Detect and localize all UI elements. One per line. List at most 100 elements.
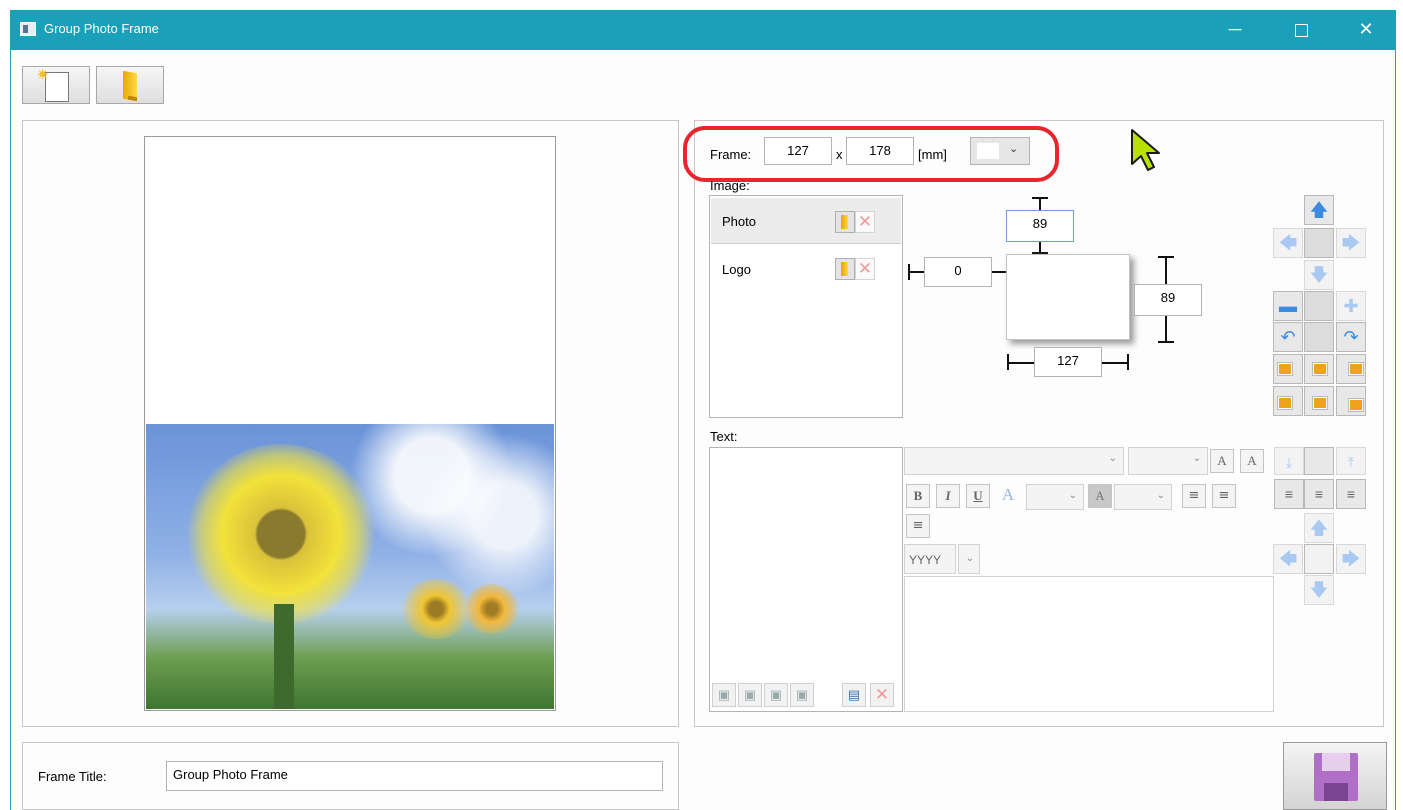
align-icon — [1313, 397, 1327, 409]
open-photo-button[interactable] — [835, 211, 855, 233]
font-color-dropdown[interactable]: ⌄ — [1026, 484, 1084, 510]
title-bar[interactable] — [10, 10, 1396, 50]
delete-photo-button[interactable]: ✕ — [855, 211, 875, 233]
align-bottom-right-button[interactable] — [1336, 386, 1366, 416]
image-left-offset-input[interactable]: 0 — [924, 257, 992, 287]
folder-icon — [841, 262, 848, 276]
delete-text-button[interactable]: ✕ — [870, 683, 894, 707]
maximize-button[interactable] — [1278, 14, 1324, 44]
chevron-down-icon: ⌄ — [1156, 490, 1165, 501]
image-item-label: Logo — [722, 262, 751, 277]
sunflower — [186, 444, 376, 624]
grow-font-button[interactable]: A — [1210, 449, 1234, 473]
dimension-line — [1165, 316, 1167, 342]
minimize-button[interactable]: ─ — [1212, 14, 1258, 44]
zoom-in-button[interactable]: ✚ — [1336, 291, 1366, 321]
window-title: Group Photo Frame — [44, 21, 159, 36]
frame-title-label: Frame Title: — [38, 769, 107, 784]
open-frame-button[interactable] — [96, 66, 164, 104]
sunflower-stem — [274, 604, 294, 709]
text-move-up-arrow[interactable]: 🡅 — [1304, 513, 1334, 543]
text-move-left-arrow[interactable]: 🡄 — [1273, 544, 1303, 574]
send-backward-button[interactable]: ▣ — [764, 683, 788, 707]
align-icon — [1349, 363, 1363, 375]
dimension-line — [1008, 362, 1034, 364]
text-editor-area[interactable] — [904, 576, 1274, 712]
move-down-button[interactable]: 🡇 — [1304, 260, 1334, 290]
align-icon — [1313, 363, 1327, 375]
align-bottom-center-button[interactable] — [1304, 386, 1334, 416]
font-size-dropdown[interactable]: ⌄ — [1128, 447, 1208, 475]
dimension-line — [1102, 362, 1128, 364]
align-top-center-button[interactable] — [1304, 354, 1334, 384]
zoom-out-button[interactable]: ▬ — [1273, 291, 1303, 321]
align-bottom-left-button[interactable] — [1273, 386, 1303, 416]
date-format-field[interactable]: YYYY — [904, 544, 956, 574]
text-move-right-arrow[interactable]: 🡆 — [1336, 544, 1366, 574]
bring-to-front-button[interactable]: ▣ — [738, 683, 762, 707]
font-family-dropdown[interactable]: ⌄ — [904, 447, 1124, 475]
highlight-color-dropdown[interactable]: ⌄ — [1114, 484, 1172, 510]
maximize-icon — [1294, 23, 1308, 37]
shrink-font-button[interactable]: A — [1240, 449, 1264, 473]
frame-size-highlight — [683, 126, 1059, 182]
image-placement-box[interactable] — [1006, 254, 1130, 340]
open-folder-icon — [123, 70, 137, 102]
app-icon — [20, 22, 36, 36]
open-logo-button[interactable] — [835, 258, 855, 280]
text-align-left-button[interactable]: ≡ — [1274, 479, 1304, 509]
italic-button[interactable]: I — [936, 484, 960, 508]
save-button[interactable] — [1283, 742, 1387, 810]
dimension-line — [992, 271, 1006, 273]
image-height-input[interactable]: 89 — [1134, 284, 1202, 316]
zoom-center-slot — [1304, 291, 1334, 321]
new-frame-button[interactable] — [22, 65, 90, 104]
text-move-down-arrow[interactable]: 🡇 — [1304, 575, 1334, 605]
chevron-down-icon: ⌄ — [1068, 490, 1077, 501]
highlight-color-button[interactable]: A — [1088, 484, 1112, 508]
move-up-button[interactable]: 🡅 — [1304, 195, 1334, 225]
frame-title-input[interactable]: Group Photo Frame — [166, 761, 663, 791]
text-move-up-button[interactable]: ⤒ — [1336, 447, 1366, 475]
send-to-back-button[interactable]: ▣ — [790, 683, 814, 707]
dimension-line — [908, 271, 924, 273]
dimension-line — [1039, 198, 1041, 210]
add-text-button[interactable]: ▤ — [842, 683, 866, 707]
align-center-button[interactable]: ≡ — [1212, 484, 1236, 508]
move-right-button[interactable]: 🡆 — [1336, 228, 1366, 258]
font-color-button[interactable]: A — [996, 484, 1020, 508]
dimension-line — [1158, 341, 1174, 343]
date-format-dropdown[interactable]: ⌄ — [958, 544, 980, 574]
dimension-line — [1165, 257, 1167, 284]
rotate-left-button[interactable]: ↶ — [1273, 322, 1303, 352]
align-top-right-button[interactable] — [1336, 354, 1366, 384]
image-top-offset-input[interactable]: 89 — [1006, 210, 1074, 242]
chevron-down-icon: ⌄ — [1108, 453, 1117, 464]
move-left-button[interactable]: 🡄 — [1273, 228, 1303, 258]
save-icon — [1314, 753, 1358, 801]
text-center-button[interactable] — [1304, 544, 1334, 574]
text-align-right-button[interactable]: ≡ — [1336, 479, 1366, 509]
align-top-left-button[interactable] — [1273, 354, 1303, 384]
image-item-label: Photo — [722, 214, 756, 229]
underline-button[interactable]: U — [966, 484, 990, 508]
text-move-down-button[interactable]: ⤓ — [1274, 447, 1304, 475]
chevron-down-icon: ⌄ — [965, 553, 974, 564]
image-width-input[interactable]: 127 — [1034, 347, 1102, 377]
rotate-right-button[interactable]: ↷ — [1336, 322, 1366, 352]
close-button[interactable]: ✕ — [1343, 14, 1389, 44]
photo-preview-image — [146, 424, 554, 709]
bold-button[interactable]: B — [906, 484, 930, 508]
folder-icon — [841, 215, 848, 229]
mouse-cursor-icon — [1131, 129, 1160, 171]
bring-forward-button[interactable]: ▣ — [712, 683, 736, 707]
image-section-label: Image: — [710, 178, 750, 193]
justify-button[interactable]: ≡ — [906, 514, 930, 538]
center-button[interactable] — [1304, 228, 1334, 258]
text-align-center-button[interactable]: ≡ — [1304, 479, 1334, 509]
text-list — [709, 447, 903, 712]
align-left-button[interactable]: ≡ — [1182, 484, 1206, 508]
align-icon — [1349, 399, 1363, 411]
new-document-icon — [36, 65, 69, 102]
delete-logo-button[interactable]: ✕ — [855, 258, 875, 280]
